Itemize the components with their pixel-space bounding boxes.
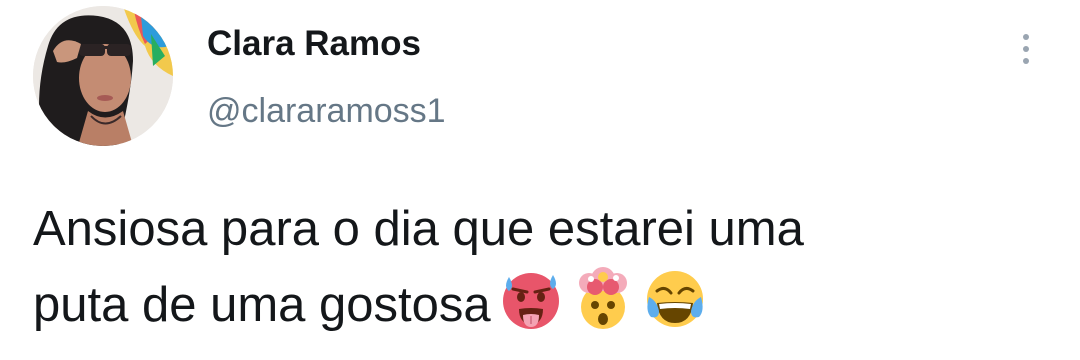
tweet-text: Ansiosa para o dia que estarei uma puta …	[33, 191, 1033, 343]
tweet-card[interactable]: Clara Ramos @clararamoss1 Ansiosa para o…	[0, 0, 1080, 360]
exploding-head-emoji	[571, 267, 635, 331]
more-vertical-icon[interactable]	[1006, 24, 1046, 74]
author-handle[interactable]: @clararamoss1	[207, 92, 446, 131]
tweet-text-line-1: Ansiosa para o dia que estarei uma	[33, 202, 804, 256]
author-name[interactable]: Clara Ramos	[207, 24, 421, 64]
hot-face-emoji	[499, 267, 563, 331]
tears-of-joy-emoji	[643, 267, 707, 331]
tweet-text-line-2-text: puta de uma gostosa	[33, 278, 491, 332]
tweet-text-line-2: puta de uma gostosa	[33, 267, 1033, 343]
avatar[interactable]	[33, 6, 173, 146]
